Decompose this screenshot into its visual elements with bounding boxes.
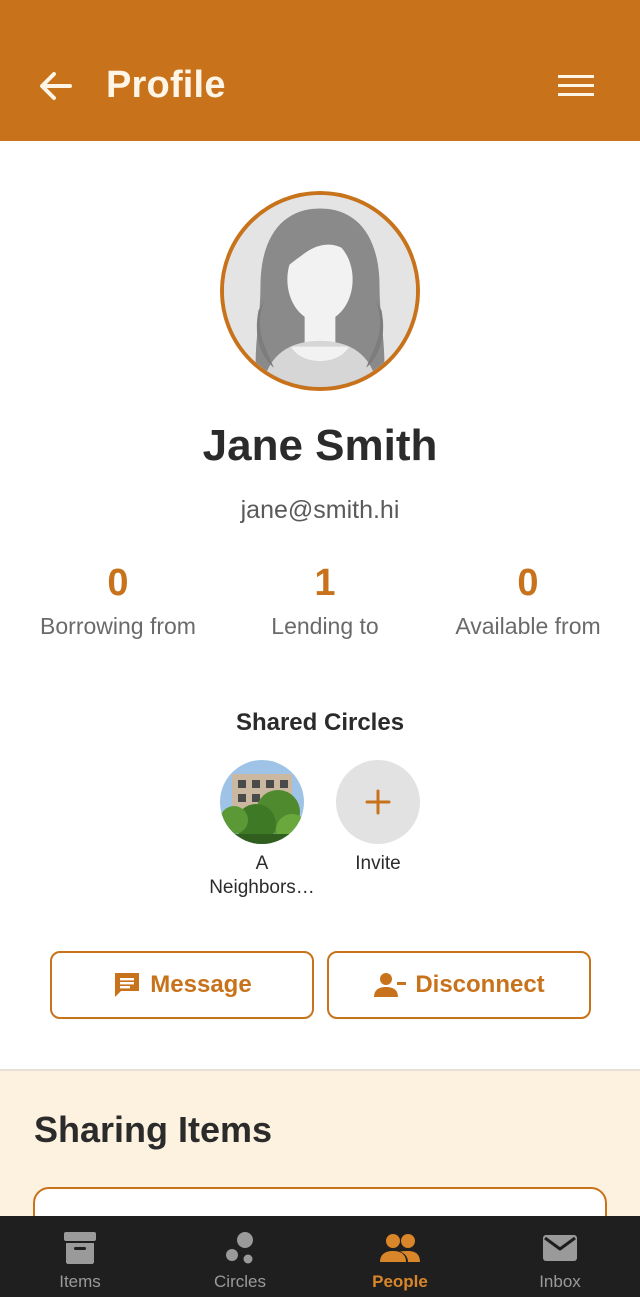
person-remove-icon (374, 973, 407, 997)
disconnect-button[interactable]: Disconnect (327, 951, 591, 1019)
stat-available-from[interactable]: 0 Available from (418, 559, 638, 640)
circle-label: A Neighbors… (209, 853, 315, 898)
circle-a-neighbors[interactable]: A Neighbors… (207, 760, 317, 900)
sharing-items-section: Sharing Items (0, 1071, 640, 1247)
nav-label: Inbox (539, 1272, 581, 1291)
invite-circle[interactable]: Invite (323, 760, 433, 876)
message-label: Message (150, 971, 252, 998)
nav-label: Circles (214, 1272, 266, 1291)
arrow-left-icon[interactable] (36, 66, 76, 106)
sharing-items-heading: Sharing Items (34, 1109, 273, 1150)
stat-lending-to[interactable]: 1 Lending to (215, 559, 435, 640)
nav-inbox[interactable]: Inbox (480, 1216, 640, 1297)
circle-photo (220, 760, 304, 844)
bottom-navigation: Items Circles People Inbox (0, 1216, 640, 1297)
nav-label: People (372, 1272, 428, 1291)
hamburger-menu-icon[interactable] (556, 70, 596, 102)
profile-name: Jane Smith (202, 421, 438, 470)
stat-label: Available from (455, 613, 601, 639)
page-title: Profile (106, 64, 226, 106)
stat-value: 0 (107, 562, 129, 604)
avatar (220, 191, 420, 391)
message-icon (115, 973, 140, 997)
nav-label: Items (59, 1272, 101, 1291)
stat-label: Lending to (271, 613, 379, 639)
disconnect-label: Disconnect (415, 971, 545, 998)
stat-label: Borrowing from (40, 613, 196, 639)
plus-icon (365, 789, 391, 815)
mail-icon (543, 1235, 577, 1261)
stat-value: 0 (517, 562, 539, 604)
invite-label: Invite (355, 853, 401, 874)
profile-email: jane@smith.hi (240, 496, 400, 524)
profile-content: Jane Smith jane@smith.hi 0 Borrowing fro… (0, 141, 640, 1071)
nav-items[interactable]: Items (0, 1216, 160, 1297)
archive-box-icon (64, 1232, 96, 1264)
nav-circles[interactable]: Circles (160, 1216, 320, 1297)
shared-circles-title: Shared Circles (235, 709, 405, 736)
invite-button[interactable] (336, 760, 420, 844)
circles-icon (226, 1232, 253, 1264)
app-bar: Profile (0, 0, 640, 141)
people-icon (380, 1234, 420, 1262)
stat-value: 1 (314, 562, 336, 604)
stat-borrowing-from[interactable]: 0 Borrowing from (8, 559, 228, 640)
message-button[interactable]: Message (50, 951, 314, 1019)
nav-people[interactable]: People (320, 1216, 480, 1297)
